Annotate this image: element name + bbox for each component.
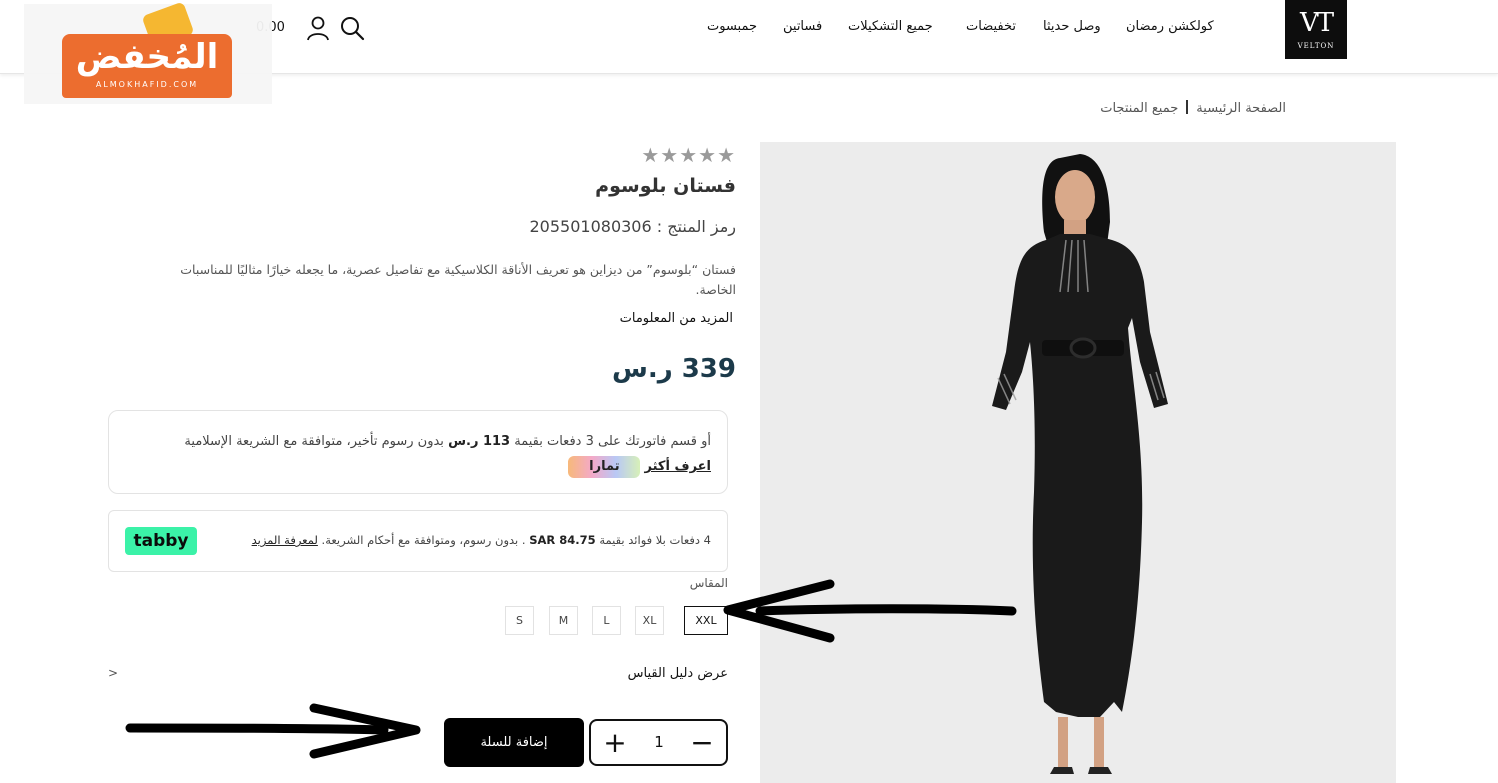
size-guide-link[interactable]: عرض دليل القياس: [560, 666, 728, 686]
add-to-cart-button[interactable]: إضافة للسلة: [444, 718, 584, 767]
size-option-l[interactable]: L: [592, 606, 621, 635]
quantity-stepper: + 1 −: [589, 719, 728, 766]
tamara-text-before: أو قسم فاتورتك على 3 دفعات بقيمة: [514, 434, 711, 449]
dress-model-illustration: [992, 154, 1168, 774]
minus-icon[interactable]: −: [688, 727, 716, 759]
tamara-text-after: بدون رسوم تأخير، متوافقة مع الشريعة الإس…: [184, 434, 444, 449]
sku-value: 205501080306: [529, 217, 652, 236]
tamara-amount: 113 ر.س: [448, 434, 511, 449]
watermark-arabic: المُخفض: [75, 37, 219, 77]
tabby-installments-box: tabby 4 دفعات بلا فوائد بقيمة SAR 84.75 …: [108, 510, 728, 572]
size-option-xl[interactable]: XL: [635, 606, 664, 635]
tamara-installments-box: أو قسم فاتورتك على 3 دفعات بقيمة 113 ر.س…: [108, 410, 728, 494]
sku-label: رمز المنتج :: [656, 217, 736, 236]
nav-item-ramadan-collection[interactable]: كولكشن رمضان: [1126, 19, 1214, 41]
size-label: المقاس: [689, 576, 728, 590]
watermark-tag: المُخفض ALMOKHAFID.COM: [62, 34, 232, 98]
breadcrumb-separator: [1186, 100, 1189, 114]
tabby-learn-more-link[interactable]: لمعرفة المزيد: [252, 533, 318, 547]
product-image[interactable]: [760, 142, 1396, 783]
breadcrumb-current[interactable]: جميع المنتجات: [1100, 101, 1178, 116]
plus-icon[interactable]: +: [601, 727, 629, 759]
tabby-amount: SAR 84.75: [529, 533, 596, 547]
nav-item-jumpsuits[interactable]: جمبسوت: [707, 19, 757, 41]
tabby-text-after: . بدون رسوم، ومتوافقة مع أحكام الشريعة.: [321, 533, 526, 547]
product-sku: رمز المنتج : 205501080306: [500, 217, 737, 241]
breadcrumb: الصفحة الرئيسية جميع المنتجات: [1079, 100, 1286, 122]
brand-name: VELTON: [1297, 42, 1335, 50]
tamara-learn-more-link[interactable]: اعرف أكثر: [645, 459, 711, 474]
user-icon[interactable]: [305, 14, 331, 42]
breadcrumb-home[interactable]: الصفحة الرئيسية: [1196, 101, 1286, 116]
nav-item-sale[interactable]: تخفيضات: [966, 19, 1016, 41]
product-price: 339 ر.س: [611, 354, 736, 384]
tamara-logo: تمارا: [568, 455, 641, 478]
size-option-m[interactable]: M: [549, 606, 578, 635]
tabby-logo: tabby: [125, 527, 197, 555]
annotation-arrow-cart: [125, 703, 421, 759]
quantity-value[interactable]: 1: [647, 733, 671, 753]
product-description: فستان “بلوسوم” من ديزاين هو تعريف الأناق…: [180, 262, 736, 297]
watermark-latin: ALMOKHAFID.COM: [95, 80, 199, 89]
search-icon[interactable]: [339, 14, 365, 42]
brand-mark: VT: [1299, 8, 1334, 38]
nav-item-dresses[interactable]: فساتين: [783, 19, 822, 41]
product-title: فستان بلوسوم: [595, 175, 736, 197]
nav-item-new-arrivals[interactable]: وصل حديثا: [1043, 19, 1101, 41]
rating-stars: ★★★★★: [641, 143, 736, 167]
annotation-arrow-size: [723, 579, 1017, 643]
chevron-icon[interactable]: >: [108, 666, 120, 686]
nav-item-all-collections[interactable]: جميع التشكيلات: [848, 19, 933, 41]
tamara-text: أو قسم فاتورتك على 3 دفعات بقيمة 113 ر.س…: [181, 429, 711, 479]
brand-logo[interactable]: VT VELTON: [1285, 0, 1347, 59]
tabby-text-before: 4 دفعات بلا فوائد بقيمة: [599, 533, 711, 547]
watermark-logo: المُخفض ALMOKHAFID.COM: [24, 1, 272, 104]
size-option-s[interactable]: S: [505, 606, 534, 635]
tabby-text: 4 دفعات بلا فوائد بقيمة SAR 84.75 . بدون…: [211, 533, 711, 547]
more-info-link[interactable]: المزيد من المعلومات: [560, 311, 733, 331]
